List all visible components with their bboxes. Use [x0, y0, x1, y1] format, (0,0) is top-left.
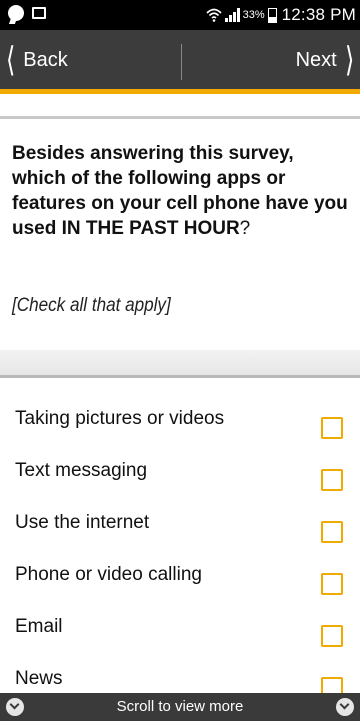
back-button[interactable]: ⟨ Back — [4, 42, 68, 78]
option-phone-video-calling[interactable]: Phone or video calling — [0, 556, 360, 596]
nav-bar: ⟨ Back Next ⟩ — [0, 30, 360, 94]
bracket-left-icon: ⟨ — [5, 41, 16, 79]
signal-icon — [224, 8, 240, 22]
checkbox[interactable] — [321, 469, 343, 491]
status-right: 33% 12:38 PM — [206, 5, 356, 25]
option-label: Phone or video calling — [15, 564, 202, 585]
instruction-text: [Check all that apply] — [12, 295, 171, 316]
battery-icon — [267, 7, 277, 23]
back-label: Back — [23, 48, 68, 71]
option-text-messaging[interactable]: Text messaging — [0, 452, 360, 492]
option-use-internet[interactable]: Use the internet — [0, 504, 360, 544]
question-text-emphasis: IN THE PAST HOUR — [61, 218, 240, 239]
option-label: Text messaging — [15, 460, 148, 481]
next-label: Next — [295, 48, 337, 71]
option-email[interactable]: Email — [0, 608, 360, 648]
status-bar: 33% 12:38 PM — [0, 0, 360, 30]
wifi-icon — [206, 8, 222, 22]
scroll-down-icon[interactable] — [336, 698, 354, 716]
status-left — [8, 5, 46, 21]
next-button[interactable]: Next ⟩ — [296, 42, 356, 78]
option-label: Taking pictures or videos — [15, 408, 225, 429]
option-label: Use the internet — [15, 512, 150, 533]
clock: 12:38 PM — [281, 5, 356, 24]
scroll-footer[interactable]: Scroll to view more — [0, 693, 360, 721]
question-text-tail: ? — [239, 218, 251, 239]
message-icon — [8, 5, 24, 21]
question-section: Besides answering this survey, which of … — [0, 116, 360, 356]
scroll-hint: Scroll to view more — [116, 698, 244, 715]
nav-divider — [181, 44, 182, 80]
option-taking-pictures[interactable]: Taking pictures or videos — [0, 400, 360, 440]
option-label: News — [15, 668, 63, 689]
checkbox[interactable] — [321, 521, 343, 543]
image-icon — [32, 7, 46, 19]
option-label: Email — [15, 616, 63, 637]
checkbox[interactable] — [321, 625, 343, 647]
checkbox[interactable] — [321, 417, 343, 439]
bracket-right-icon: ⟩ — [344, 41, 355, 79]
section-divider — [0, 350, 360, 378]
battery-percent: 33% — [242, 9, 265, 21]
checkbox[interactable] — [321, 573, 343, 595]
question-text: Besides answering this survey, which of … — [12, 141, 352, 241]
